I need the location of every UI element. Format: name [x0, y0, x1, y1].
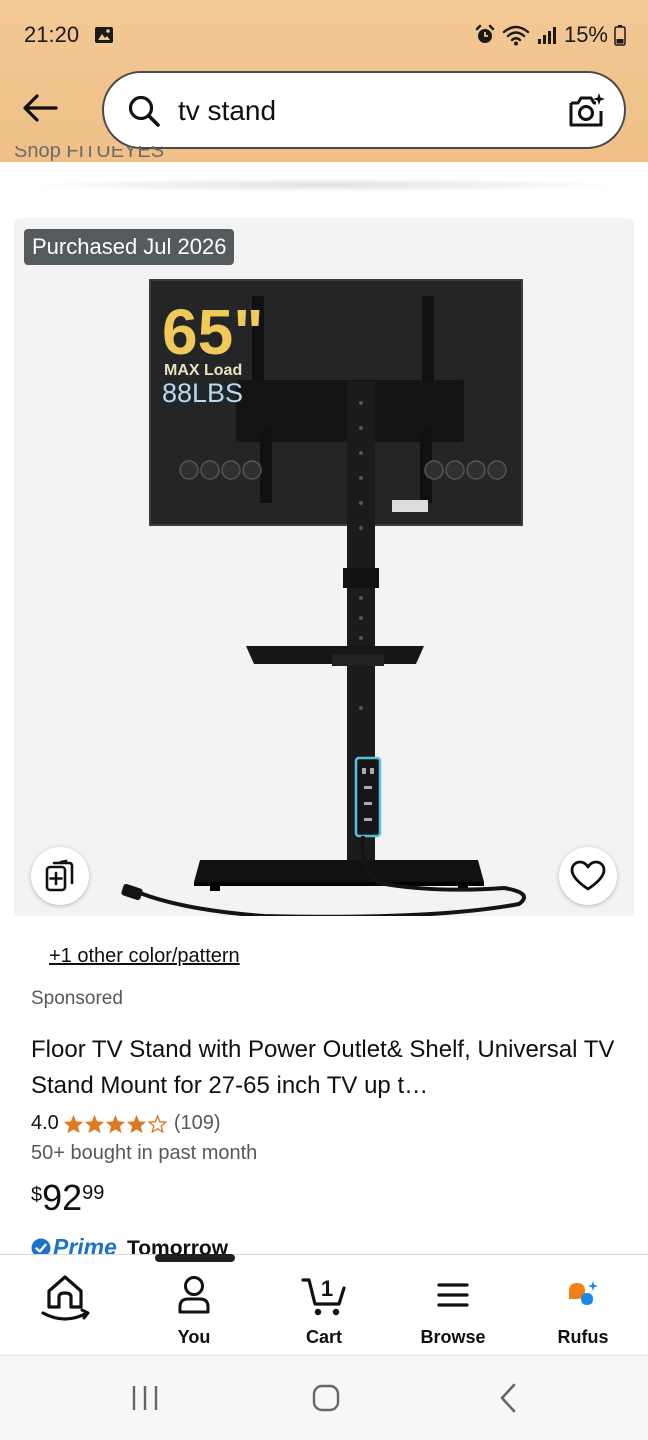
product-image-area[interactable]: 65" MAX Load 88LBS Purchased Jul 2026 — [14, 218, 634, 916]
cart-icon: 1 — [301, 1276, 346, 1316]
nav-you[interactable]: You — [139, 1255, 249, 1355]
menu-icon — [437, 1283, 469, 1307]
nav-browse[interactable]: Browse — [398, 1255, 508, 1355]
nav-cart-label: Cart — [305, 1327, 342, 1347]
star-full-icon — [126, 1114, 146, 1133]
star-empty-icon — [147, 1113, 168, 1133]
star-full-icon — [84, 1114, 104, 1133]
review-count[interactable]: (109) — [174, 1112, 221, 1135]
battery-icon — [614, 25, 626, 46]
search-input[interactable]: tv stand — [178, 95, 276, 127]
cart-count-badge: 1 — [321, 1276, 333, 1301]
nav-you-label: You — [177, 1327, 211, 1347]
price: $ 92 99 — [31, 1178, 104, 1218]
signal-icon — [537, 27, 556, 44]
back-button[interactable] — [18, 88, 62, 128]
nav-browse-label: Browse — [420, 1327, 486, 1347]
nav-rufus-label: Rufus — [557, 1327, 609, 1347]
rufus-icon — [569, 1281, 598, 1305]
nav-home[interactable] — [10, 1255, 120, 1355]
star-full-icon — [63, 1114, 83, 1133]
scroll-handle — [155, 1254, 235, 1262]
recent-apps-button[interactable] — [115, 1378, 175, 1418]
price-symbol: $ — [31, 1184, 43, 1206]
system-back-icon — [500, 1383, 516, 1413]
compare-icon — [45, 859, 74, 892]
sponsored-label: Sponsored — [31, 988, 123, 1009]
rating-value: 4.0 — [31, 1112, 59, 1134]
android-home-icon — [312, 1384, 340, 1412]
heart-icon — [570, 860, 606, 891]
bought-count: 50+ bought in past month — [31, 1142, 258, 1164]
back-arrow-icon — [23, 94, 58, 122]
status-icons: 15% — [474, 22, 626, 48]
camera-search-icon[interactable] — [566, 91, 606, 131]
clipped-brand-text: Shop FITUEYES — [14, 146, 165, 162]
app-header: 21:20 15% tv stand — [0, 0, 648, 162]
android-navigation-bar — [0, 1356, 648, 1440]
nav-rufus[interactable]: Rufus — [528, 1255, 638, 1355]
search-bar[interactable]: tv stand — [102, 71, 626, 149]
recent-apps-icon — [132, 1386, 158, 1410]
image-icon — [95, 27, 113, 43]
home-icon — [41, 1275, 90, 1321]
product-card[interactable]: 65" MAX Load 88LBS Purchased Jul 2026 +1… — [14, 218, 634, 1258]
tv-size-text: 65" — [162, 296, 264, 368]
max-load-text: MAX Load — [164, 362, 242, 379]
price-whole: 92 — [42, 1177, 83, 1218]
product-title[interactable]: Floor TV Stand with Power Outlet& Shelf,… — [31, 1032, 621, 1104]
star-full-icon — [105, 1114, 125, 1133]
star-rating — [63, 1113, 168, 1134]
wifi-icon — [502, 25, 530, 46]
section-divider — [20, 178, 628, 192]
max-load-value: 88LBS — [162, 378, 243, 408]
product-image[interactable]: 65" MAX Load 88LBS — [14, 268, 634, 916]
status-time: 21:20 — [24, 22, 80, 47]
purchased-badge: Purchased Jul 2026 — [24, 229, 235, 265]
rating-row[interactable]: 4.0 (109) — [31, 1112, 221, 1135]
alarm-icon — [475, 24, 495, 43]
search-icon[interactable] — [126, 93, 162, 129]
nav-cart[interactable]: 1 Cart — [269, 1255, 379, 1355]
battery-percent: 15% — [563, 22, 608, 47]
wishlist-button[interactable] — [559, 847, 617, 905]
home-button[interactable] — [296, 1378, 356, 1418]
other-color-link[interactable]: +1 other color/pattern — [49, 945, 240, 968]
user-icon — [178, 1276, 210, 1314]
system-back-button[interactable] — [478, 1378, 538, 1418]
bottom-nav-bar: You 1 Cart Browse Rufus — [0, 1254, 648, 1356]
compare-button[interactable] — [31, 847, 89, 905]
price-fraction: 99 — [82, 1182, 105, 1204]
